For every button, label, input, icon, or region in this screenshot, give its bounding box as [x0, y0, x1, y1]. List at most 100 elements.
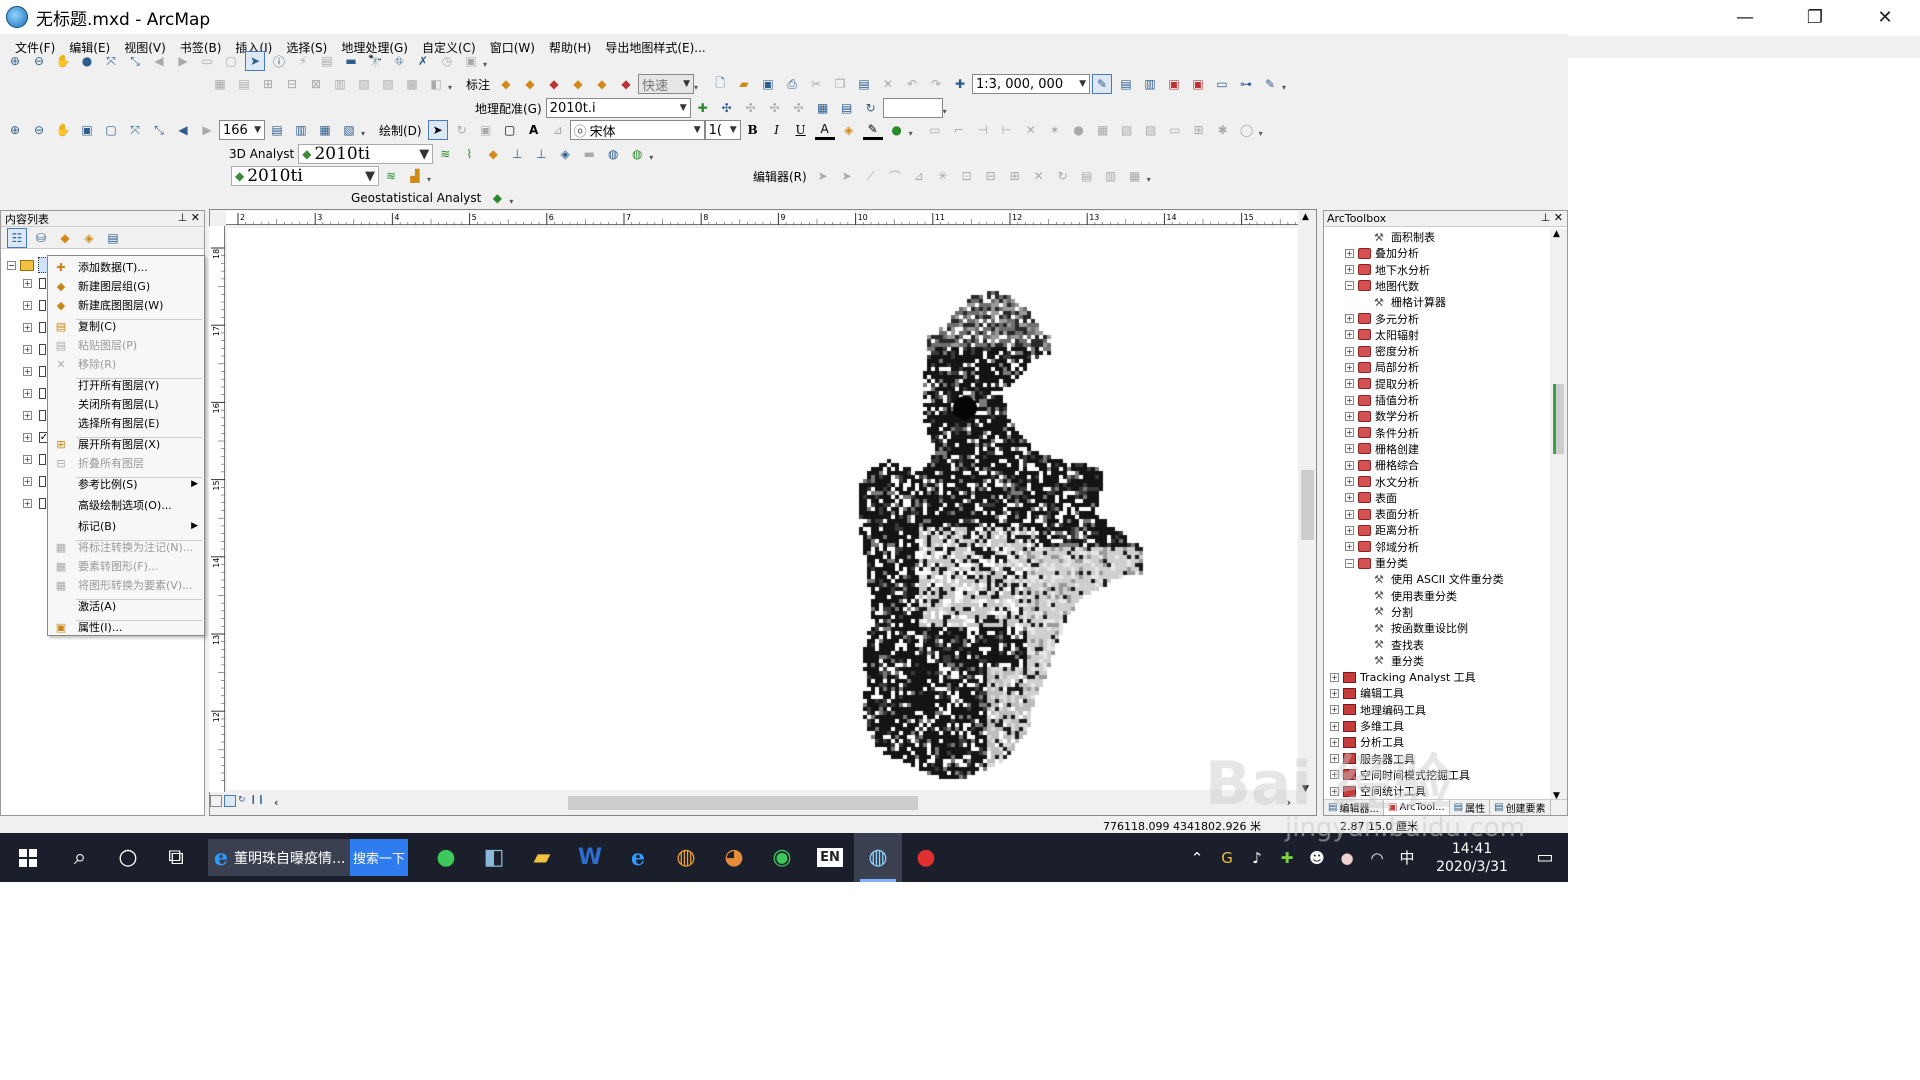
- notification-icon[interactable]: ▭: [1522, 847, 1568, 868]
- context-menu-item[interactable]: ▦ 要素转图形(F)...: [48, 557, 204, 575]
- create-features-icon[interactable]: ▦: [1125, 166, 1145, 186]
- arcscene-icon[interactable]: ◍: [603, 144, 623, 164]
- toolbar-options-icon[interactable]: ▾: [427, 168, 435, 184]
- steepest-path-icon[interactable]: ⌇: [459, 144, 479, 164]
- toc-layer-row[interactable]: +: [1, 382, 46, 404]
- add-control-points-icon[interactable]: ✚: [693, 98, 713, 118]
- rotate-icon[interactable]: ⊠: [306, 74, 326, 94]
- search-window-icon[interactable]: ▣: [1164, 74, 1184, 94]
- toolbox-item[interactable]: + 空间时间模式挖掘工具: [1330, 767, 1470, 783]
- expand-icon[interactable]: +: [1345, 444, 1354, 454]
- add-data-icon[interactable]: ✚: [950, 74, 970, 94]
- toolbox-tool-item[interactable]: ⚒ 重分类: [1374, 653, 1424, 669]
- sketch-properties-icon[interactable]: ▥: [1101, 166, 1121, 186]
- collapse-icon[interactable]: −: [7, 260, 16, 270]
- map-vertical-scrollbar[interactable]: ▲ ▼: [1299, 212, 1316, 794]
- pin-icon[interactable]: ⊥: [178, 211, 188, 224]
- editor-toolbar-icon[interactable]: ✎: [1092, 74, 1113, 94]
- toolbar-options-icon[interactable]: ▾: [649, 146, 657, 162]
- toolbar-options-icon[interactable]: ▾: [694, 76, 702, 92]
- smooth-icon[interactable]: ▦: [1093, 120, 1113, 140]
- toc-layer-row[interactable]: +: [1, 294, 46, 316]
- toolbar-options-icon[interactable]: ▾: [509, 190, 517, 206]
- find-icon[interactable]: 🔭: [365, 51, 385, 71]
- edge-icon[interactable]: e: [614, 833, 662, 882]
- rectangle-icon[interactable]: ▢: [500, 120, 520, 140]
- copy-features-icon[interactable]: ▭: [925, 120, 945, 140]
- edit-vertices-icon[interactable]: ⊡: [957, 166, 977, 186]
- qq-icon[interactable]: ☻: [1302, 849, 1332, 867]
- label-quality-select[interactable]: 快速 ▼: [638, 74, 695, 94]
- arctoolbox-scroll-thumb[interactable]: [1553, 384, 1564, 454]
- construct-features-icon[interactable]: ▧: [1117, 120, 1137, 140]
- arctoolbox-icon[interactable]: ▣: [1188, 74, 1208, 94]
- attributes-window-icon[interactable]: ▤: [1077, 166, 1097, 186]
- expand-icon[interactable]: +: [23, 454, 32, 464]
- toolbox-item[interactable]: + 编辑工具: [1330, 685, 1404, 701]
- toolbox-toolset-item[interactable]: + 栅格创建: [1345, 441, 1419, 457]
- georef-rotation-input[interactable]: [882, 98, 943, 118]
- rectangle-tool-icon[interactable]: ▭: [1165, 120, 1185, 140]
- trim-icon[interactable]: ⊢: [997, 120, 1017, 140]
- toc-layer-row[interactable]: +: [1, 272, 46, 294]
- toolbox-toolset-item[interactable]: + 地下水分析: [1345, 262, 1430, 278]
- close-icon[interactable]: ✕: [191, 211, 200, 224]
- expand-icon[interactable]: +: [1345, 330, 1354, 340]
- layer-visibility-checkbox[interactable]: [38, 365, 46, 377]
- expand-icon[interactable]: −: [1345, 558, 1354, 568]
- expand-icon[interactable]: +: [1345, 346, 1354, 356]
- toolbar-options-icon[interactable]: ▾: [1282, 76, 1290, 92]
- attributes-icon[interactable]: ▥: [330, 74, 350, 94]
- tab-arctoolbox[interactable]: ▣ ArcTool...: [1384, 800, 1450, 815]
- context-menu-item[interactable]: ◆ 新建底图图层(W): [48, 296, 204, 314]
- layer-visibility-checkbox[interactable]: [38, 387, 46, 399]
- input-method-app-icon[interactable]: EN: [806, 833, 854, 882]
- layout-zoom-in-icon[interactable]: ⊕: [5, 120, 25, 140]
- toc-options-icon[interactable]: ▤: [103, 228, 123, 248]
- layer-visibility-checkbox[interactable]: [38, 299, 46, 311]
- select-features-icon[interactable]: ▭: [197, 51, 217, 71]
- fillet-icon[interactable]: ⌐: [949, 120, 969, 140]
- expand-icon[interactable]: +: [1345, 411, 1354, 421]
- point-icon[interactable]: ✳: [933, 166, 953, 186]
- expand-icon[interactable]: +: [1345, 265, 1354, 275]
- expand-icon[interactable]: +: [1330, 705, 1339, 715]
- underline-button[interactable]: U: [791, 120, 811, 140]
- map-canvas[interactable]: [227, 228, 1298, 790]
- label-weight-icon[interactable]: ◆: [544, 74, 564, 94]
- expand-icon[interactable]: +: [23, 432, 32, 442]
- toolbar-options-icon[interactable]: ▾: [1147, 168, 1155, 184]
- expand-icon[interactable]: +: [23, 322, 32, 332]
- time-slider-icon[interactable]: ◷: [437, 51, 457, 71]
- html-popup-icon[interactable]: ▤: [317, 51, 337, 71]
- undo-icon[interactable]: ↶: [902, 74, 922, 94]
- font-size-select[interactable]: 1(▼: [704, 120, 741, 140]
- save-icon[interactable]: ▣: [758, 74, 778, 94]
- cut-icon[interactable]: ✂: [806, 74, 826, 94]
- close-icon[interactable]: ✕: [1554, 211, 1563, 224]
- rotate-dropdown-icon[interactable]: ↻: [861, 98, 881, 118]
- expand-icon[interactable]: +: [1330, 688, 1339, 698]
- layer-visibility-checkbox[interactable]: [38, 321, 46, 333]
- expand-icon[interactable]: +: [1330, 786, 1339, 796]
- expand-icon[interactable]: +: [1330, 754, 1339, 764]
- scale-georef-icon[interactable]: ✣: [789, 98, 809, 118]
- expand-icon[interactable]: +: [1345, 362, 1354, 372]
- catalog-icon[interactable]: ▥: [1140, 74, 1160, 94]
- expand-icon[interactable]: +: [23, 300, 32, 310]
- profile-graph-icon[interactable]: ▬: [579, 144, 599, 164]
- pan-icon[interactable]: ✋: [53, 51, 73, 71]
- toolbox-item[interactable]: + 多维工具: [1330, 718, 1404, 734]
- font-name-select[interactable]: ⓞ 宋体 ▼: [569, 120, 705, 140]
- expand-icon[interactable]: +: [1345, 525, 1354, 535]
- edit-tool-icon[interactable]: ➤: [813, 166, 833, 186]
- context-menu-item[interactable]: ✚ 添加数据(T)...: [48, 258, 204, 276]
- straight-segment-icon[interactable]: ⟋: [861, 166, 881, 186]
- map-vertical-scroll-thumb[interactable]: [1301, 470, 1314, 540]
- replace-geometry-icon[interactable]: ✱: [1213, 120, 1233, 140]
- task-view-icon[interactable]: ⧉: [152, 833, 200, 882]
- chrome-icon[interactable]: ◍: [662, 833, 710, 882]
- context-menu-item[interactable]: 高级绘制选项(O)...: [48, 496, 204, 514]
- expand-icon[interactable]: +: [23, 498, 32, 508]
- scroll-right-icon[interactable]: ›: [1287, 796, 1291, 809]
